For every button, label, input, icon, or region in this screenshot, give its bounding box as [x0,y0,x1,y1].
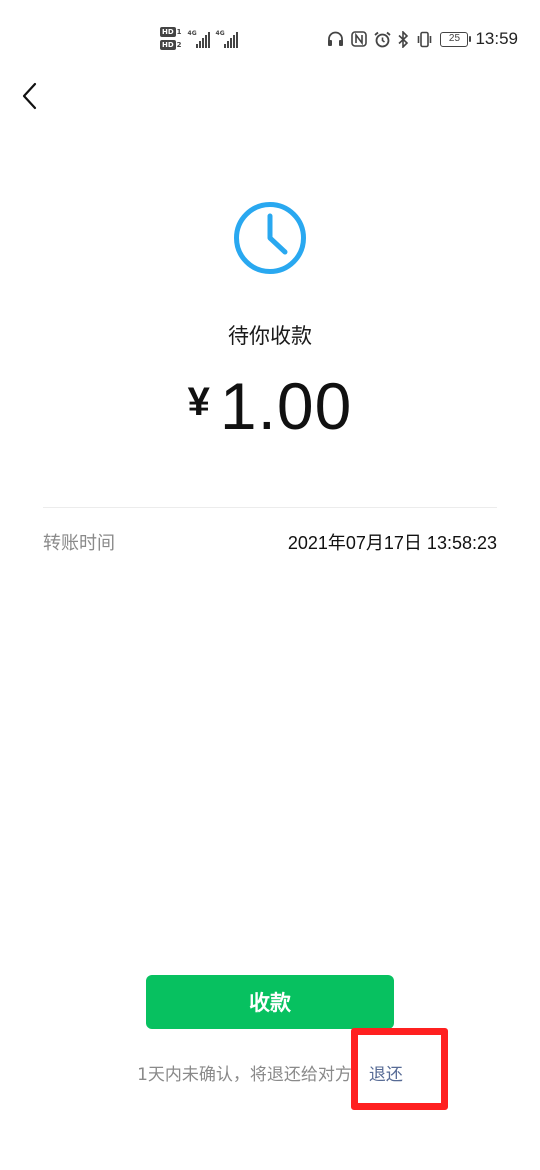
status-bar: HD 1 HD 2 4G 4G 25 13:59 [0,0,540,80]
hd-badges: HD 1 HD 2 [160,27,182,50]
hd-label: HD [160,40,176,50]
sim1-number: 1 [176,28,182,36]
headphones-icon [327,31,344,47]
status-icons: 25 13:59 [327,29,518,49]
return-notice: 1天内未确认，将退还给对方。退还 [0,1060,540,1085]
divider [43,507,497,508]
return-notice-text: 1天内未确认，将退还给对方。 [137,1065,369,1085]
signal-strength-icon: 4G [188,30,210,48]
vibrate-icon [416,31,433,48]
network-type-2: 4G [215,29,225,37]
transfer-time-label: 转账时间 [43,533,115,554]
amount-value: 1.00 [219,369,353,443]
battery-icon: 25 [440,31,472,47]
sim2-badge: HD 2 [160,40,182,50]
signal-strength-icon: 4G [216,30,238,48]
sim1-badge: HD 1 [160,27,182,37]
transfer-time-value: 2021年07月17日 13:58:23 [287,533,497,553]
network-type-1: 4G [187,29,197,37]
sim2-number: 2 [176,41,182,49]
alarm-icon [374,31,392,48]
currency-symbol: ¥ [187,380,210,424]
sim-indicators: HD 1 HD 2 4G 4G [160,27,238,50]
chevron-left-icon [21,82,39,114]
hd-label: HD [160,27,176,37]
bluetooth-icon [398,30,409,48]
status-time: 13:59 [475,29,518,48]
transfer-status-text: 待你收款 [228,324,312,348]
nfc-icon [351,31,368,47]
transfer-time-row: 转账时间 2021年07月17日 13:58:23 [43,528,497,556]
transfer-amount: ¥ 1.00 [0,368,540,444]
receive-button[interactable]: 收款 [146,975,394,1029]
back-button[interactable] [10,78,50,118]
clock-icon [233,201,307,275]
return-link[interactable]: 退还 [369,1065,403,1085]
